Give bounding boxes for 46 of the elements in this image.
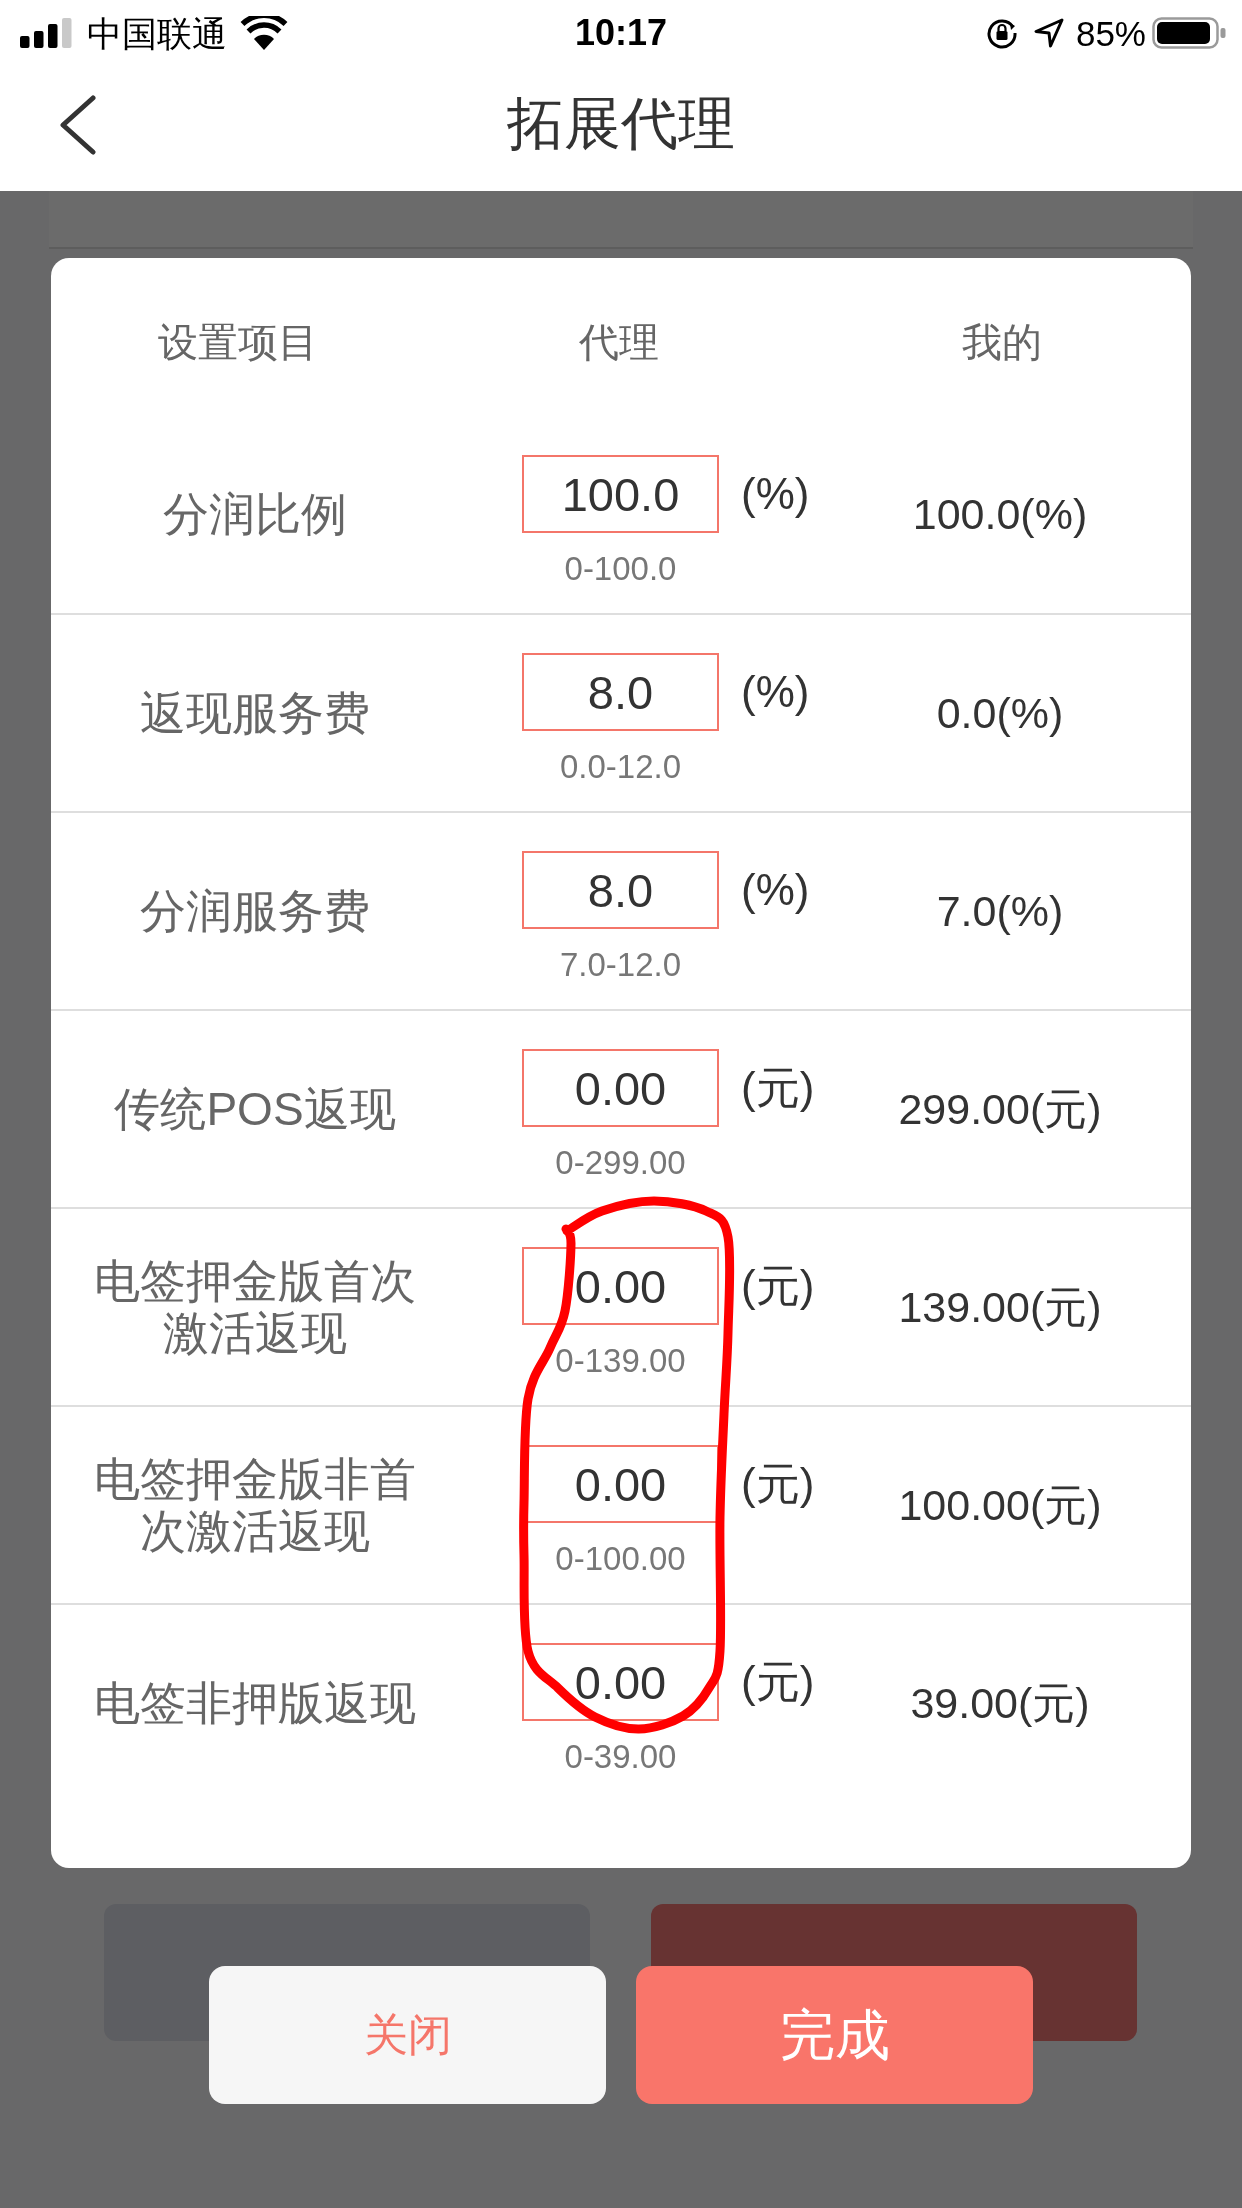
unit-label: (元)	[741, 1462, 815, 1506]
location-arrow-icon	[1033, 18, 1064, 48]
row-label: 分润比例	[163, 488, 347, 540]
unit-label: (元)	[741, 1066, 815, 1110]
unit-label: (元)	[741, 1264, 815, 1308]
my-value: 139.00(元)	[898, 1285, 1102, 1329]
carrier-name: 中国联通	[87, 15, 227, 51]
range-hint: 0-299.00	[555, 1143, 686, 1183]
unit-label: (%)	[741, 868, 810, 912]
battery-percentage: 85%	[1075, 15, 1146, 51]
battery-icon	[1152, 17, 1226, 49]
input-field[interactable]: 100.0	[522, 455, 719, 533]
row-label: 分润服务费	[140, 885, 370, 937]
range-hint: 0-100.0	[564, 549, 677, 589]
range-hint: 7.0-12.0	[559, 945, 682, 985]
input-field[interactable]: 0.00	[522, 1247, 719, 1325]
my-value: 299.00(元)	[898, 1087, 1102, 1131]
unit-label: (%)	[741, 670, 810, 714]
my-value: 7.0(%)	[936, 889, 1064, 933]
range-hint: 0.0-12.0	[559, 747, 682, 787]
column-header: 设置项目	[158, 319, 318, 366]
row-label: 返现服务费	[140, 687, 370, 739]
range-hint: 0-100.00	[555, 1539, 686, 1579]
wifi-icon	[240, 16, 288, 50]
input-field[interactable]: 8.0	[522, 653, 719, 731]
column-header: 代理	[579, 319, 659, 366]
row-label: 电签押金版非首次激活返现	[93, 1453, 417, 1557]
row-label: 传统POS返现	[114, 1083, 396, 1135]
unit-label: (%)	[741, 472, 810, 516]
my-value: 100.00(元)	[898, 1483, 1102, 1527]
my-value: 100.0(%)	[912, 492, 1088, 536]
my-value: 39.00(元)	[910, 1681, 1090, 1725]
back-icon[interactable]	[59, 95, 96, 155]
clock-time: 10:17	[574, 15, 668, 51]
range-hint: 0-139.00	[555, 1341, 686, 1381]
rotation-lock-icon	[985, 17, 1018, 49]
column-header: 我的	[962, 319, 1042, 366]
row-label: 电签非押版返现	[94, 1677, 416, 1729]
signal-icon	[20, 18, 72, 48]
page-title: 拓展代理	[507, 94, 735, 152]
row-label: 电签押金版首次激活返现	[93, 1255, 417, 1359]
input-field[interactable]: 8.0	[522, 851, 719, 929]
range-hint: 0-39.00	[564, 1737, 677, 1777]
unit-label: (元)	[741, 1660, 815, 1704]
my-value: 0.0(%)	[936, 691, 1064, 735]
input-field[interactable]: 0.00	[522, 1049, 719, 1127]
